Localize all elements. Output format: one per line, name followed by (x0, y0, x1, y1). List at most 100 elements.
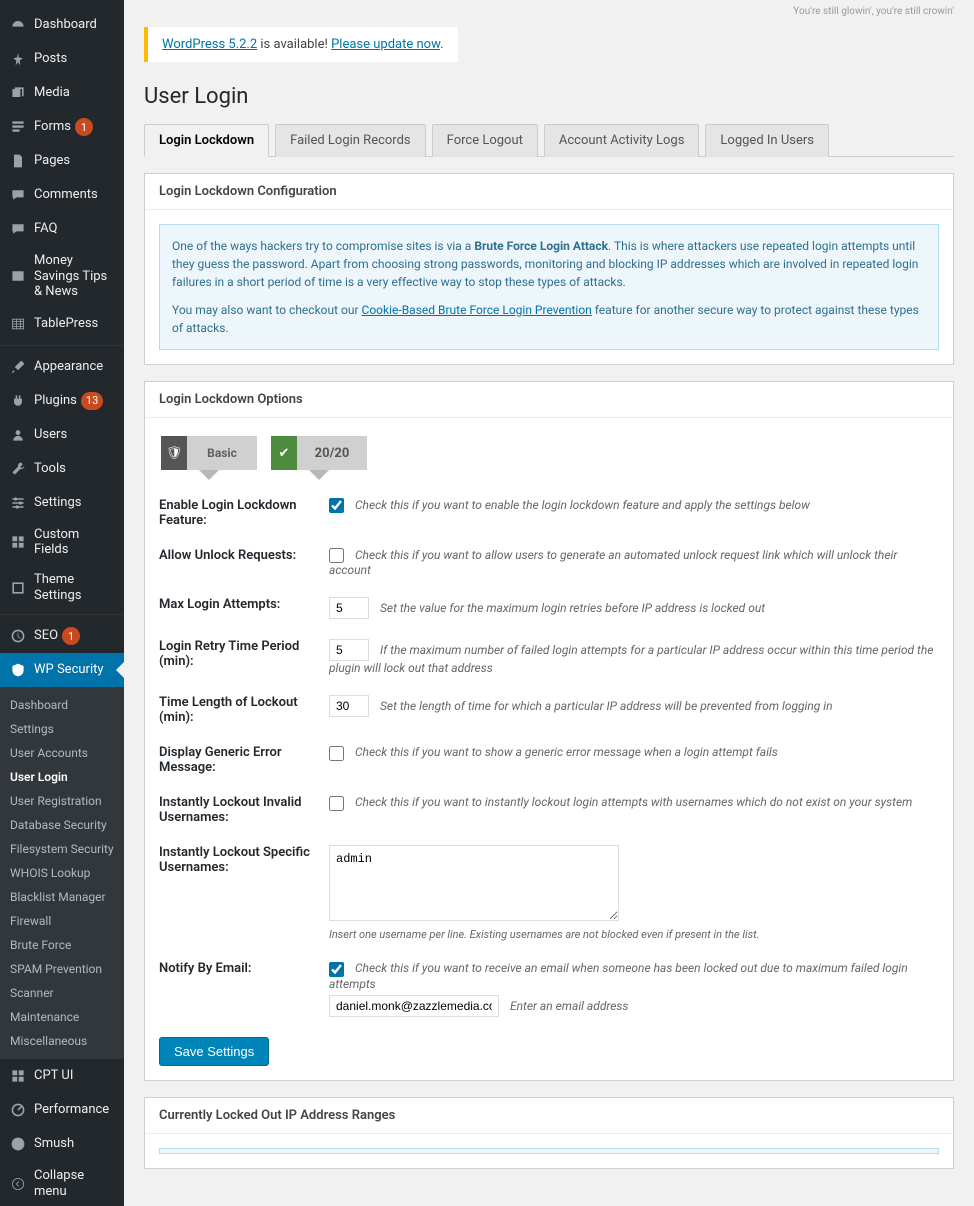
submenu-item-scanner[interactable]: Scanner (0, 981, 124, 1005)
max-attempts-input[interactable] (329, 597, 369, 619)
count-badge: 1 (75, 118, 93, 136)
update-nag: WordPress 5.2.2 is available! Please upd… (144, 27, 458, 62)
sidebar-item-comments[interactable]: Comments (0, 178, 124, 212)
sidebar-item-performance[interactable]: Performance (0, 1093, 124, 1127)
tab-force-logout[interactable]: Force Logout (432, 124, 538, 157)
retry-period-input[interactable] (329, 639, 369, 661)
security-score-ribbons: 🛡 Basic ✔ 20/20 (159, 432, 939, 488)
submenu-item-dashboard[interactable]: Dashboard (0, 693, 124, 717)
grid-icon (8, 532, 28, 552)
submenu-item-settings[interactable]: Settings (0, 717, 124, 741)
sidebar-item-wp-security[interactable]: WP Security (0, 653, 124, 687)
submenu-item-whois-lookup[interactable]: WHOIS Lookup (0, 861, 124, 885)
cookie-bruteforce-link[interactable]: Cookie-Based Brute Force Login Preventio… (362, 303, 592, 317)
sidebar-item-appearance[interactable]: Appearance (0, 350, 124, 384)
submenu-item-filesystem-security[interactable]: Filesystem Security (0, 837, 124, 861)
main-content: You're still glowin', you're still crowi… (124, 0, 974, 1206)
dashboard-icon (8, 15, 28, 35)
sidebar-item-seo[interactable]: SEO1 (0, 619, 124, 653)
sidebar-item-custom-fields[interactable]: Custom Fields (0, 520, 124, 565)
collapse-icon (8, 1174, 28, 1194)
submenu-item-blacklist-manager[interactable]: Blacklist Manager (0, 885, 124, 909)
submenu-item-firewall[interactable]: Firewall (0, 909, 124, 933)
media-icon (8, 83, 28, 103)
sidebar-item-cpt-ui[interactable]: CPT UI (0, 1059, 124, 1093)
info-box: One of the ways hackers try to compromis… (159, 224, 939, 350)
menu-separator (0, 614, 124, 615)
admin-sidebar: DashboardPostsMediaForms1PagesCommentsFA… (0, 0, 124, 1206)
tab-logged-in-users[interactable]: Logged In Users (705, 124, 829, 157)
sidebar-item-collapse-menu[interactable]: Collapse menu (0, 1161, 124, 1206)
wp-version-link[interactable]: WordPress 5.2.2 (162, 37, 257, 52)
login-lockdown-options-panel: Login Lockdown Options 🛡 Basic ✔ 20/20 E… (144, 381, 954, 1081)
submenu-item-maintenance[interactable]: Maintenance (0, 1005, 124, 1029)
retry-period-label: Login Retry Time Period (min): (159, 639, 329, 675)
news-icon (8, 266, 28, 286)
theme-icon (8, 578, 28, 598)
basic-ribbon: 🛡 Basic (161, 436, 257, 470)
sidebar-item-forms[interactable]: Forms1 (0, 110, 124, 144)
max-attempts-label: Max Login Attempts: (159, 597, 329, 619)
submenu-item-brute-force[interactable]: Brute Force (0, 933, 124, 957)
locked-out-ips-panel: Currently Locked Out IP Address Ranges (144, 1097, 954, 1169)
submenu-item-user-registration[interactable]: User Registration (0, 789, 124, 813)
sidebar-item-faq[interactable]: FAQ (0, 212, 124, 246)
sliders-icon (8, 493, 28, 513)
sidebar-item-theme-settings[interactable]: Theme Settings (0, 565, 124, 610)
shield-icon: 🛡 (161, 436, 187, 470)
user-icon (8, 425, 28, 445)
count-badge: 1 (62, 627, 80, 645)
sidebar-item-smush[interactable]: Smush (0, 1127, 124, 1161)
menu-separator (0, 345, 124, 346)
shield-check-icon: ✔ (271, 436, 297, 470)
tab-login-lockdown[interactable]: Login Lockdown (144, 124, 269, 157)
lockout-length-input[interactable] (329, 695, 369, 717)
sidebar-item-tools[interactable]: Tools (0, 452, 124, 486)
allow-unlock-checkbox[interactable] (329, 548, 344, 563)
sidebar-item-settings[interactable]: Settings (0, 486, 124, 520)
specific-users-label: Instantly Lockout Specific Usernames: (159, 845, 329, 941)
sidebar-item-users[interactable]: Users (0, 418, 124, 452)
submenu-item-database-security[interactable]: Database Security (0, 813, 124, 837)
info-box-preview (159, 1148, 939, 1154)
notify-email-checkbox[interactable] (329, 962, 344, 977)
sidebar-item-media[interactable]: Media (0, 76, 124, 110)
sidebar-item-posts[interactable]: Posts (0, 42, 124, 76)
comments-icon (8, 185, 28, 205)
submenu-item-miscellaneous[interactable]: Miscellaneous (0, 1029, 124, 1053)
submenu-item-user-login[interactable]: User Login (0, 765, 124, 789)
count-badge: 13 (81, 392, 103, 410)
sidebar-item-plugins[interactable]: Plugins13 (0, 384, 124, 418)
settings-tabs: Login LockdownFailed Login RecordsForce … (144, 123, 954, 157)
score-ribbon: ✔ 20/20 (271, 436, 367, 470)
tab-account-activity-logs[interactable]: Account Activity Logs (544, 124, 700, 157)
invalid-users-checkbox[interactable] (329, 796, 344, 811)
screen-meta-text: You're still glowin', you're still crowi… (144, 4, 954, 19)
panel-heading: Currently Locked Out IP Address Ranges (145, 1098, 953, 1134)
notify-email-input[interactable] (329, 995, 499, 1017)
panel-heading: Login Lockdown Options (145, 382, 953, 418)
submenu-item-spam-prevention[interactable]: SPAM Prevention (0, 957, 124, 981)
specific-users-textarea[interactable] (329, 845, 619, 921)
seo-icon (8, 626, 28, 646)
enable-lockdown-label: Enable Login Lockdown Feature: (159, 498, 329, 528)
sidebar-item-money-savings-tips-news[interactable]: Money Savings Tips & News (0, 246, 124, 307)
save-settings-button[interactable]: Save Settings (159, 1037, 269, 1066)
plug-icon (8, 391, 28, 411)
sidebar-item-dashboard[interactable]: Dashboard (0, 8, 124, 42)
update-now-link[interactable]: Please update now (331, 37, 440, 52)
sidebar-item-pages[interactable]: Pages (0, 144, 124, 178)
faq-icon (8, 219, 28, 239)
enable-lockdown-checkbox[interactable] (329, 498, 344, 513)
generic-error-label: Display Generic Error Message: (159, 745, 329, 775)
table-icon (8, 314, 28, 334)
cpt-icon (8, 1066, 28, 1086)
brush-icon (8, 357, 28, 377)
smush-icon (8, 1134, 28, 1154)
tab-failed-login-records[interactable]: Failed Login Records (275, 124, 426, 157)
generic-error-checkbox[interactable] (329, 746, 344, 761)
sidebar-item-tablepress[interactable]: TablePress (0, 307, 124, 341)
login-lockdown-config-panel: Login Lockdown Configuration One of the … (144, 173, 954, 365)
submenu-item-user-accounts[interactable]: User Accounts (0, 741, 124, 765)
shield-icon (8, 660, 28, 680)
